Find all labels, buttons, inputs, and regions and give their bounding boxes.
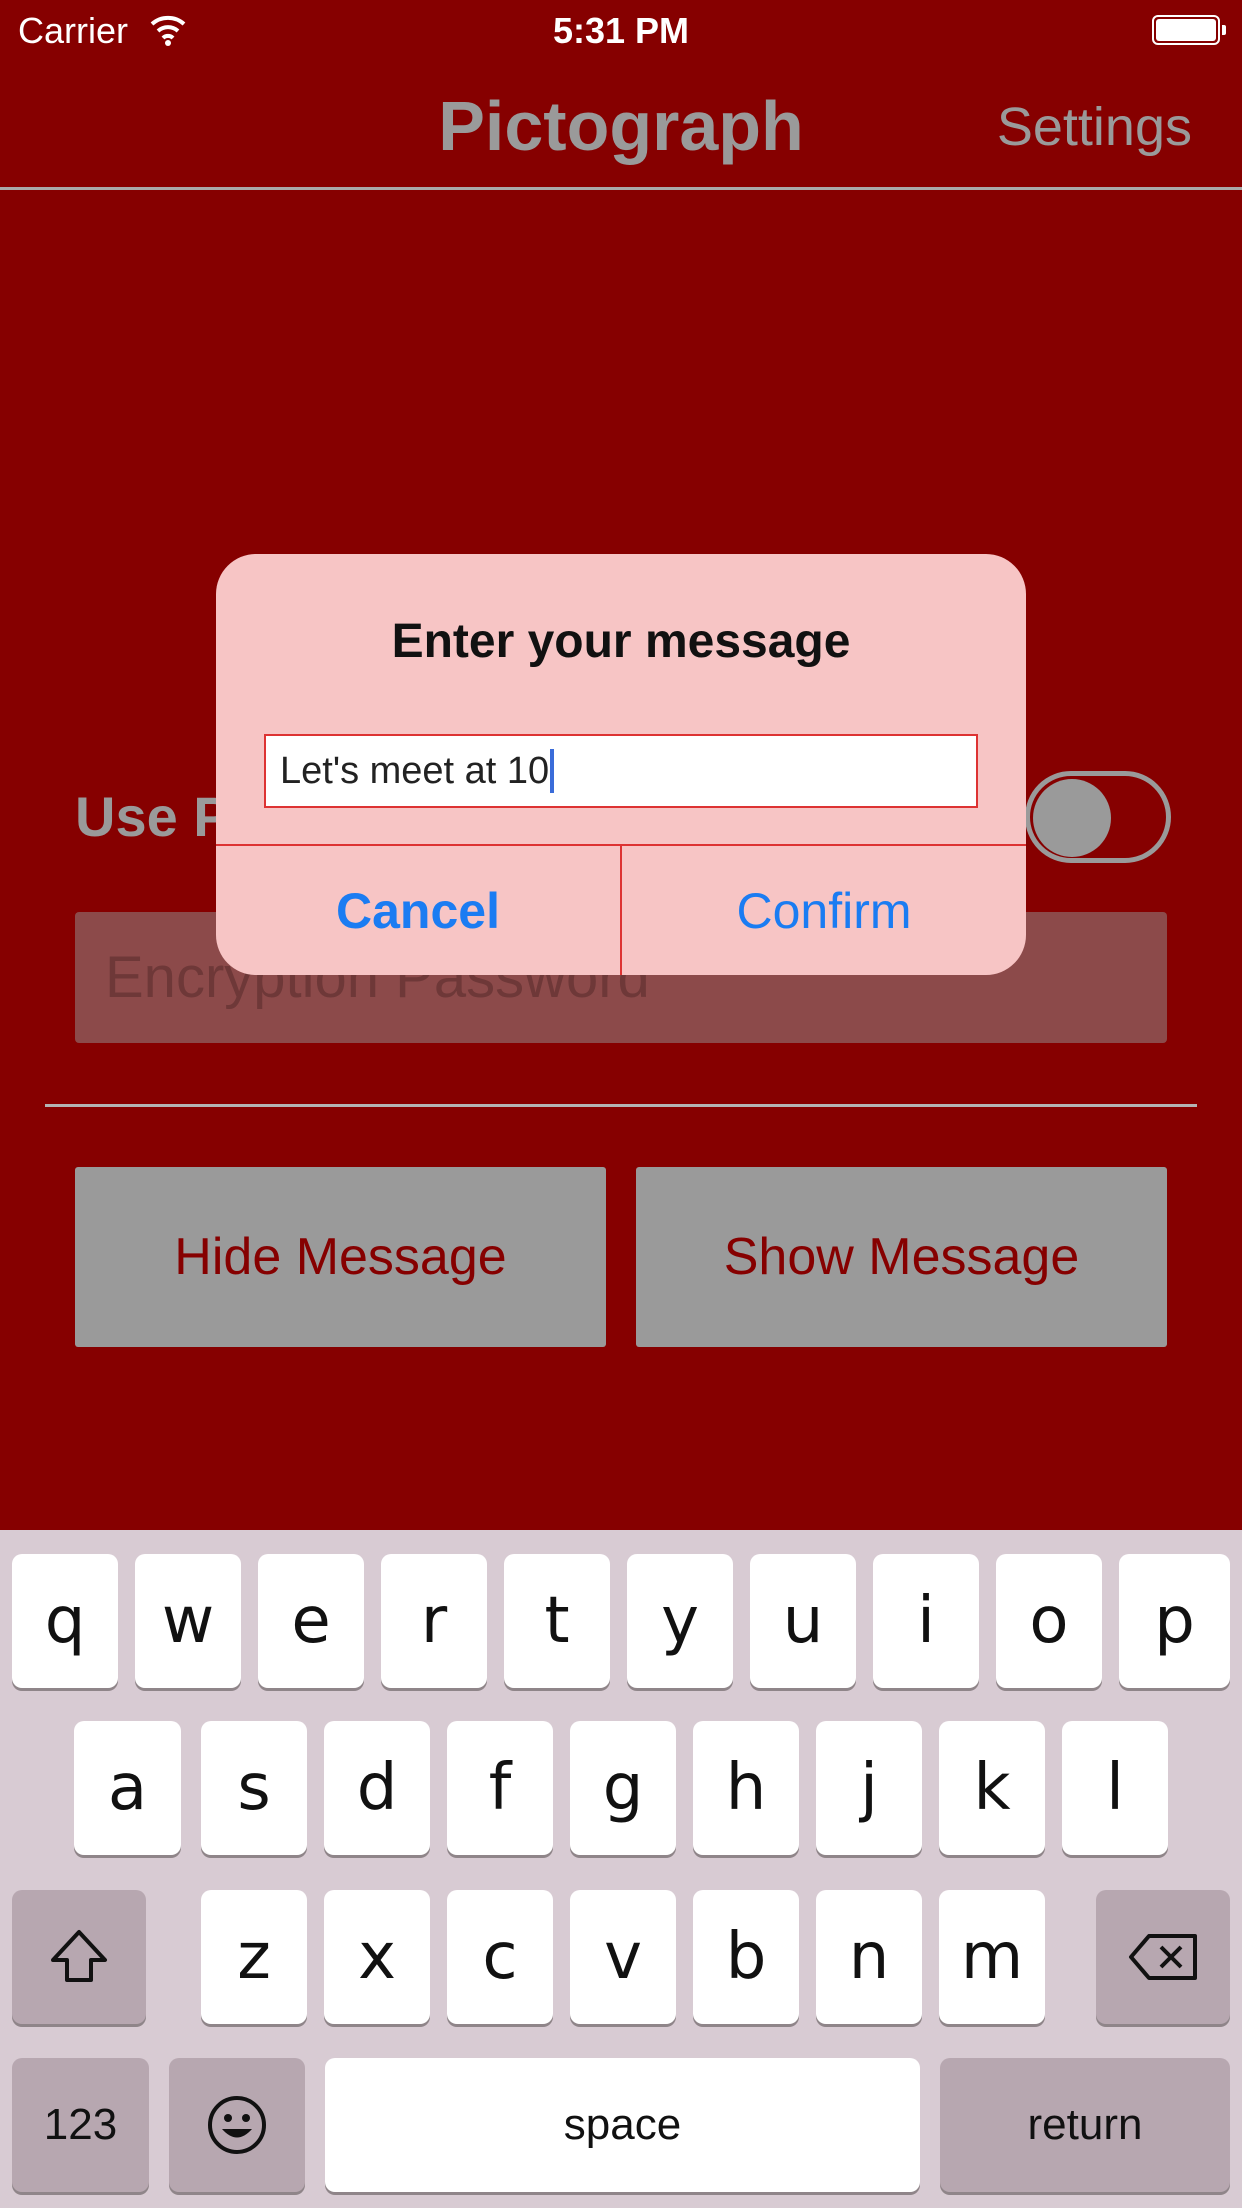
emoji-key[interactable] — [169, 2058, 305, 2192]
message-input-value: Let's meet at 10 — [280, 749, 550, 792]
key-l[interactable]: l — [1062, 1721, 1168, 1855]
status-bar: Carrier 5:31 PM — [0, 0, 1242, 62]
status-time: 5:31 PM — [552, 10, 690, 51]
use-password-label: Use P — [75, 785, 231, 848]
key-w[interactable]: w — [135, 1554, 241, 1688]
key-h[interactable]: h — [693, 1721, 799, 1855]
show-message-button[interactable]: Show Message — [636, 1167, 1167, 1347]
keyboard: q w e r t y u i o p a s d f g h j k l z … — [0, 1530, 1242, 2208]
text-cursor — [550, 749, 555, 793]
content-divider — [45, 1104, 1197, 1107]
emoji-icon — [208, 2096, 266, 2154]
numbers-key[interactable]: 123 — [12, 2058, 149, 2192]
key-c[interactable]: c — [447, 1890, 553, 2024]
key-i[interactable]: i — [873, 1554, 979, 1688]
key-t[interactable]: t — [504, 1554, 610, 1688]
key-f[interactable]: f — [447, 1721, 553, 1855]
settings-button[interactable]: Settings — [997, 96, 1192, 158]
space-key[interactable]: space — [325, 2058, 920, 2192]
cancel-button[interactable]: Cancel — [216, 846, 620, 975]
key-d[interactable]: d — [324, 1721, 430, 1855]
backspace-icon — [1129, 1934, 1197, 1980]
key-x[interactable]: x — [324, 1890, 430, 2024]
key-q[interactable]: q — [12, 1554, 118, 1688]
key-g[interactable]: g — [570, 1721, 676, 1855]
key-a[interactable]: a — [74, 1721, 181, 1855]
key-n[interactable]: n — [816, 1890, 922, 2024]
key-u[interactable]: u — [750, 1554, 856, 1688]
delete-key[interactable] — [1096, 1890, 1230, 2024]
message-alert-dialog: Enter your message Let's meet at 10 Canc… — [216, 554, 1026, 975]
key-m[interactable]: m — [939, 1890, 1045, 2024]
use-password-toggle[interactable] — [1025, 771, 1171, 863]
key-s[interactable]: s — [201, 1721, 307, 1855]
hide-message-button[interactable]: Hide Message — [75, 1167, 606, 1347]
key-j[interactable]: j — [816, 1721, 922, 1855]
return-key[interactable]: return — [940, 2058, 1230, 2192]
confirm-button[interactable]: Confirm — [622, 846, 1026, 975]
shift-icon — [51, 1930, 107, 1982]
battery-icon — [1152, 15, 1226, 45]
alert-title: Enter your message — [391, 615, 851, 668]
key-p[interactable]: p — [1119, 1554, 1230, 1688]
shift-key[interactable] — [12, 1890, 146, 2024]
key-z[interactable]: z — [201, 1890, 307, 2024]
key-e[interactable]: e — [258, 1554, 364, 1688]
nav-divider — [0, 187, 1242, 190]
key-k[interactable]: k — [939, 1721, 1045, 1855]
key-b[interactable]: b — [693, 1890, 799, 2024]
key-v[interactable]: v — [570, 1890, 676, 2024]
key-y[interactable]: y — [627, 1554, 733, 1688]
message-input[interactable]: Let's meet at 10 — [264, 734, 978, 808]
key-r[interactable]: r — [381, 1554, 487, 1688]
key-o[interactable]: o — [996, 1554, 1102, 1688]
toggle-knob — [1033, 779, 1111, 857]
